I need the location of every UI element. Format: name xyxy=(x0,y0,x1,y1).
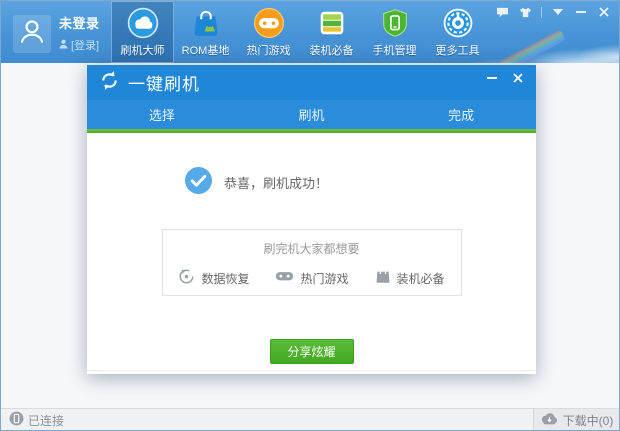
theme-shirt-icon[interactable] xyxy=(518,6,532,18)
promo-box: 刷完机大家都想要 数据恢复 热门游戏 xyxy=(162,229,462,296)
promo-item-essential-apps[interactable]: 装机必备 xyxy=(375,268,445,290)
share-button[interactable]: 分享炫耀 xyxy=(270,339,354,364)
close-icon[interactable] xyxy=(597,6,611,18)
dialog-header: 一键刷机 xyxy=(87,65,536,100)
restore-icon xyxy=(178,268,195,290)
app-window: 未登录 [登录] 刷机大师 ROM基地 xyxy=(0,0,620,431)
login-link[interactable]: [登录] xyxy=(59,36,100,54)
nav-item-phone-manager[interactable]: 手机管理 xyxy=(363,1,426,63)
dialog-minimize-icon[interactable] xyxy=(484,71,500,85)
dialog-close-icon[interactable] xyxy=(510,71,526,85)
promo-label: 热门游戏 xyxy=(300,270,348,287)
nav-item-flash-master[interactable]: 刷机大师 xyxy=(111,1,174,63)
controls-separator xyxy=(541,7,542,18)
step-complete[interactable]: 完成 xyxy=(386,100,536,129)
rom-bag-icon xyxy=(190,7,222,39)
nav-label: 更多工具 xyxy=(436,42,480,58)
sync-refresh-icon xyxy=(99,70,120,96)
nav-item-essential-apps[interactable]: 装机必备 xyxy=(300,1,363,63)
nav-label: ROM基地 xyxy=(182,42,230,58)
connection-label: 已连接 xyxy=(28,412,64,429)
topbar: 未登录 [登录] 刷机大师 ROM基地 xyxy=(1,1,619,63)
nav-item-more-tools[interactable]: 更多工具 xyxy=(426,1,489,63)
avatar[interactable] xyxy=(13,15,51,53)
user-area: 未登录 [登录] xyxy=(13,13,100,54)
dialog-footer-divider xyxy=(87,370,536,374)
apps-icon xyxy=(316,7,348,39)
promo-label: 装机必备 xyxy=(397,270,445,287)
nav-item-rom-base[interactable]: ROM基地 xyxy=(174,1,237,63)
main-area: 一键刷机 选择 刷机 完成 xyxy=(1,63,619,408)
flash-steps-bar: 选择 刷机 完成 xyxy=(87,100,536,129)
feedback-bubble-icon[interactable] xyxy=(495,6,509,18)
nav-label: 热门游戏 xyxy=(247,42,291,58)
phone-connected-icon xyxy=(9,411,24,431)
user-name: 未登录 xyxy=(59,13,100,32)
cloud-icon xyxy=(127,7,159,39)
main-nav: 刷机大师 ROM基地 热门游戏 装机必备 xyxy=(111,1,489,63)
gamepad-icon xyxy=(275,268,294,289)
nav-label: 手机管理 xyxy=(373,42,417,58)
nav-label: 刷机大师 xyxy=(121,42,165,58)
dialog-title: 一键刷机 xyxy=(128,70,200,95)
login-person-icon xyxy=(59,36,68,54)
bag-icon xyxy=(375,268,391,289)
connection-status: 已连接 xyxy=(9,411,64,431)
window-controls xyxy=(495,6,611,18)
rainbow-decoration xyxy=(498,29,565,63)
cloud-download-icon xyxy=(540,412,558,430)
promo-label: 数据恢复 xyxy=(201,270,249,287)
success-message: 恭喜，刷机成功！ xyxy=(224,173,328,192)
person-icon xyxy=(17,16,47,51)
nav-label: 装机必备 xyxy=(310,42,354,58)
promo-item-hot-games[interactable]: 热门游戏 xyxy=(275,268,348,290)
nav-item-hot-games[interactable]: 热门游戏 xyxy=(237,1,300,63)
user-text: 未登录 [登录] xyxy=(59,13,100,54)
success-message-row: 恭喜，刷机成功！ xyxy=(185,167,536,199)
promo-item-data-recovery[interactable]: 数据恢复 xyxy=(178,268,249,290)
success-check-icon xyxy=(185,167,212,199)
download-label: 下载中(0) xyxy=(563,412,614,429)
step-select[interactable]: 选择 xyxy=(87,100,237,129)
one-click-flash-dialog: 一键刷机 选择 刷机 完成 xyxy=(87,65,536,374)
login-label: [登录] xyxy=(71,37,99,53)
step-flash[interactable]: 刷机 xyxy=(237,100,387,129)
dialog-content: 恭喜，刷机成功！ 刷完机大家都想要 数据恢复 xyxy=(87,133,536,374)
download-manager-button[interactable]: 下载中(0) xyxy=(533,409,619,431)
shield-phone-icon xyxy=(379,7,411,39)
minimize-icon[interactable] xyxy=(574,6,588,18)
statusbar: 已连接 下载中(0) xyxy=(1,408,619,431)
promo-title: 刷完机大家都想要 xyxy=(163,240,461,257)
menu-chevron-down-icon[interactable] xyxy=(551,6,565,18)
game-icon xyxy=(253,7,285,39)
promo-items: 数据恢复 热门游戏 装机必备 xyxy=(163,268,461,290)
gear-wrench-icon xyxy=(442,7,474,39)
